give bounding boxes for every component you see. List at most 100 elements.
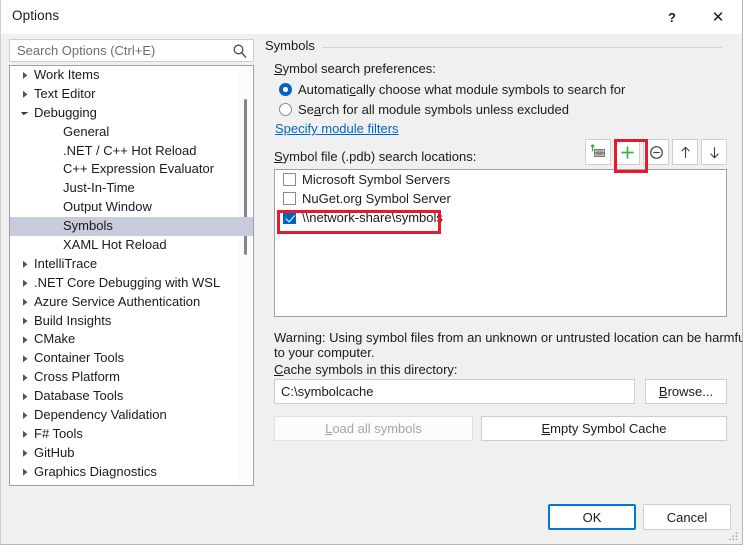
search-placeholder: Search Options (Ctrl+E) xyxy=(17,43,155,58)
cache-directory-field[interactable]: C:\symbolcache xyxy=(274,379,635,404)
resize-grip[interactable] xyxy=(727,530,739,542)
chevron-right-glyph xyxy=(23,90,28,98)
window-title: Options xyxy=(12,8,59,23)
radio-search-all[interactable]: Search for all module symbols unless exc… xyxy=(279,101,569,119)
checkbox-icon[interactable] xyxy=(283,192,296,205)
close-button[interactable]: ✕ xyxy=(695,0,741,34)
tree-item-label: XAML Hot Reload xyxy=(10,237,167,252)
location-list-item[interactable]: NuGet.org Symbol Server xyxy=(275,189,726,208)
chevron-right-icon[interactable] xyxy=(16,293,34,312)
chevron-right-icon[interactable] xyxy=(16,66,34,85)
tree-item-github[interactable]: GitHub xyxy=(10,444,253,463)
radio-search-all-label: Search for all module symbols unless exc… xyxy=(298,102,569,117)
cache-directory-label-rest: ache symbols in this directory: xyxy=(283,362,457,377)
remove-location-button[interactable] xyxy=(643,139,669,165)
chevron-right-glyph xyxy=(23,430,28,438)
load-all-symbols-button[interactable]: Load all symbols xyxy=(274,416,473,441)
search-locations-label: Symbol file (.pdb) search locations: xyxy=(274,149,476,164)
tree-item-graphics-diagnostics[interactable]: Graphics Diagnostics xyxy=(10,463,253,482)
chevron-right-icon[interactable] xyxy=(16,463,34,482)
tree-item-cmake[interactable]: CMake xyxy=(10,330,253,349)
chevron-right-icon[interactable] xyxy=(16,312,34,331)
tree-item-cross-platform[interactable]: Cross Platform xyxy=(10,368,253,387)
tree-item-net-core-debugging-with-wsl[interactable]: .NET Core Debugging with WSL xyxy=(10,274,253,293)
symbols-panel: Symbols Symbol search preferences: Autom… xyxy=(265,36,731,486)
tree-item-debugging[interactable]: Debugging xyxy=(10,104,253,123)
title-bar: Options ? ✕ xyxy=(1,0,742,34)
specify-module-filters-link[interactable]: Specify module filters xyxy=(275,121,399,136)
tree-item-container-tools[interactable]: Container Tools xyxy=(10,349,253,368)
tree-item-label: .NET Core Debugging with WSL xyxy=(10,275,220,290)
checkbox-icon[interactable] xyxy=(283,173,296,186)
location-label: \\network-share\symbols xyxy=(302,210,443,225)
add-location-button[interactable] xyxy=(614,139,640,165)
chevron-right-glyph xyxy=(23,411,28,419)
tree-item-intellitrace[interactable]: IntelliTrace xyxy=(10,255,253,274)
chevron-right-icon[interactable] xyxy=(16,482,34,486)
chevron-right-glyph xyxy=(23,279,28,287)
chevron-right-icon[interactable] xyxy=(16,368,34,387)
radio-search-all-indicator[interactable] xyxy=(279,103,292,116)
help-button[interactable]: ? xyxy=(649,0,695,34)
tree-item-just-in-time[interactable]: Just-In-Time xyxy=(10,179,253,198)
tree-item-azure-service-authentication[interactable]: Azure Service Authentication xyxy=(10,293,253,312)
radio-auto-choose[interactable]: Automatically choose what module symbols… xyxy=(279,81,625,99)
radio-auto-choose-label: Automatically choose what module symbols… xyxy=(298,82,625,97)
chevron-right-icon[interactable] xyxy=(16,274,34,293)
help-icon: ? xyxy=(668,10,676,25)
empty-symbol-cache-button[interactable]: Empty Symbol Cache xyxy=(481,416,727,441)
ok-button[interactable]: OK xyxy=(548,504,636,530)
tree-item-symbols[interactable]: Symbols xyxy=(10,217,253,236)
arrow-down-icon xyxy=(707,145,722,160)
symbol-locations-list[interactable]: Microsoft Symbol Servers NuGet.org Symbol… xyxy=(274,169,727,317)
symbol-search-preferences-label: Symbol search preferences: xyxy=(274,61,436,76)
checkbox-icon[interactable] xyxy=(283,211,296,224)
options-category-tree[interactable]: Work ItemsText EditorDebuggingGeneral.NE… xyxy=(9,65,254,486)
tree-item-output-window[interactable]: Output Window xyxy=(10,198,253,217)
chevron-right-icon[interactable] xyxy=(16,330,34,349)
chevron-right-icon[interactable] xyxy=(16,349,34,368)
cache-directory-label: Cache symbols in this directory: xyxy=(274,362,458,377)
new-server-icon-button[interactable] xyxy=(585,139,611,165)
chevron-right-icon[interactable] xyxy=(16,387,34,406)
tree-item-general[interactable]: General xyxy=(10,123,253,142)
remove-icon xyxy=(649,145,664,160)
location-label: NuGet.org Symbol Server xyxy=(302,191,451,206)
tree-item-f-tools[interactable]: F# Tools xyxy=(10,425,253,444)
tree-item-dependency-validation[interactable]: Dependency Validation xyxy=(10,406,253,425)
tree-item-work-items[interactable]: Work Items xyxy=(10,66,253,85)
warning-text-line1: Warning: Using symbol files from an unkn… xyxy=(274,330,743,345)
browse-button[interactable]: Browse... xyxy=(645,379,727,404)
chevron-right-glyph xyxy=(23,298,28,306)
chevron-right-glyph xyxy=(23,393,28,401)
tree-item-label: Just-In-Time xyxy=(10,180,135,195)
tree-item-text-editor[interactable]: Text Editor xyxy=(10,85,253,104)
radio-auto-choose-indicator[interactable] xyxy=(279,83,292,96)
chevron-right-icon[interactable] xyxy=(16,425,34,444)
search-icon[interactable] xyxy=(232,43,248,59)
tree-item-net-c-hot-reload[interactable]: .NET / C++ Hot Reload xyxy=(10,142,253,161)
chevron-right-glyph xyxy=(23,468,28,476)
tree-item-incredibuild-extension[interactable]: IncrediBuild Extension xyxy=(10,482,253,486)
locations-toolbar xyxy=(585,139,727,165)
tree-item-c-expression-evaluator[interactable]: C++ Expression Evaluator xyxy=(10,160,253,179)
chevron-right-icon[interactable] xyxy=(16,85,34,104)
chevron-right-icon[interactable] xyxy=(16,255,34,274)
plus-icon xyxy=(620,145,635,160)
chevron-right-glyph xyxy=(23,449,28,457)
tree-item-database-tools[interactable]: Database Tools xyxy=(10,387,253,406)
search-input[interactable]: Search Options (Ctrl+E) xyxy=(9,39,254,62)
location-list-item[interactable]: Microsoft Symbol Servers xyxy=(275,170,726,189)
cancel-button[interactable]: Cancel xyxy=(643,504,731,530)
location-list-item[interactable]: \\network-share\symbols xyxy=(275,208,726,227)
move-up-button[interactable] xyxy=(672,139,698,165)
panel-group-header: Symbols xyxy=(265,38,315,53)
group-divider xyxy=(322,47,722,48)
chevron-right-glyph xyxy=(23,374,28,382)
chevron-right-icon[interactable] xyxy=(16,406,34,425)
tree-item-xaml-hot-reload[interactable]: XAML Hot Reload xyxy=(10,236,253,255)
chevron-right-icon[interactable] xyxy=(16,444,34,463)
move-down-button[interactable] xyxy=(701,139,727,165)
chevron-down-icon[interactable] xyxy=(16,104,34,123)
tree-item-build-insights[interactable]: Build Insights xyxy=(10,312,253,331)
